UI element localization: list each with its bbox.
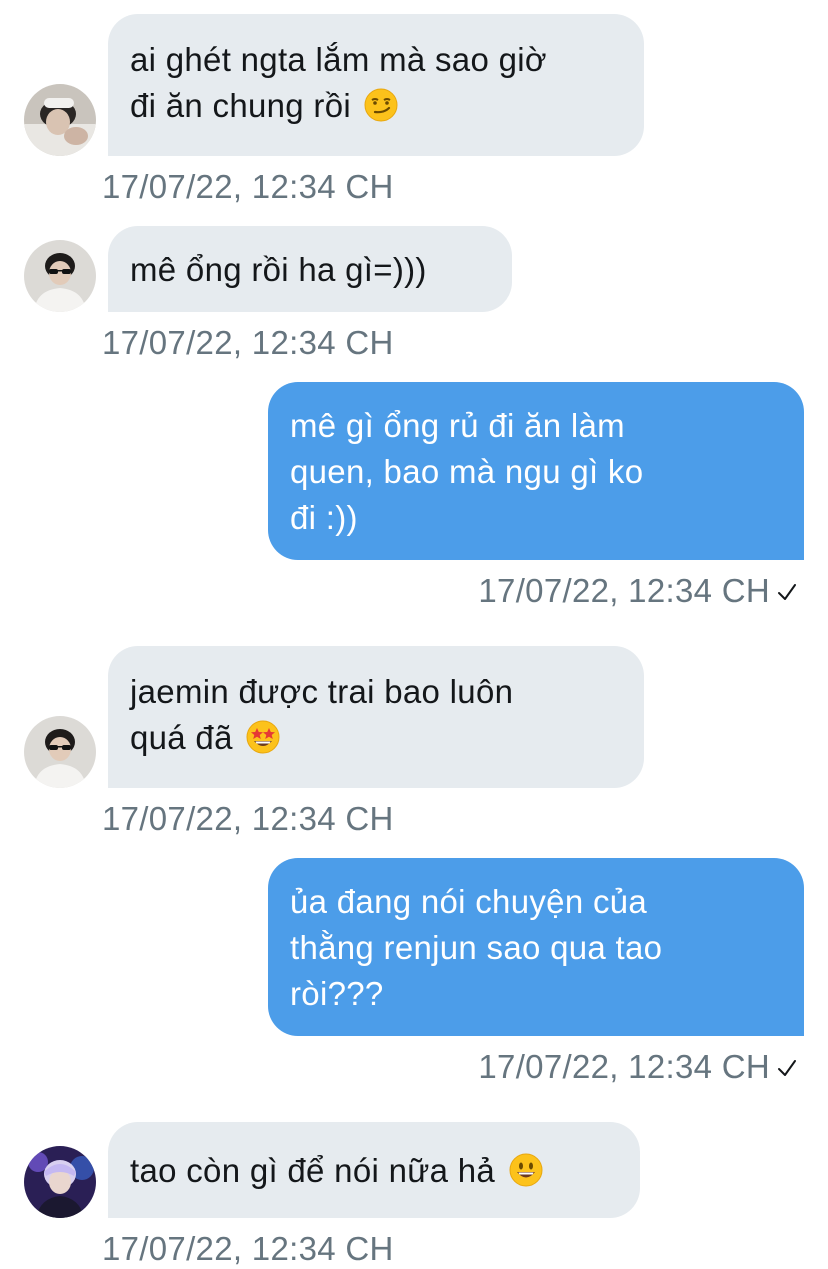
message-bubble-2[interactable]: mê ổng rồi ha gì=))) [108,226,512,312]
message-timestamp: 17/07/22, 12:34 CH [102,324,394,361]
message-timestamp: 17/07/22, 12:34 CH [478,572,770,609]
message-timestamp: 17/07/22, 12:34 CH [102,1230,394,1267]
avatar-3[interactable] [24,1146,96,1218]
sent-check-icon [778,584,796,600]
message-bubble-6[interactable]: tao còn gì để nói nữa hả [108,1122,640,1218]
message-bubble-1[interactable]: ai ghét ngta lắm mà sao giờ đi ăn chung … [108,14,644,156]
message-text-line: jaemin được trai bao luôn [130,673,514,710]
message-timestamp: 17/07/22, 12:34 CH [478,1048,770,1085]
avatar-2[interactable] [24,716,96,788]
star-struck-face-icon [246,720,280,754]
message-timestamp: 17/07/22, 12:34 CH [102,168,394,205]
message-text-line: ủa đang nói chuyện của [290,883,648,920]
message-timestamp: 17/07/22, 12:34 CH [102,800,394,837]
message-text-line: mê gì ổng rủ đi ăn làm [290,407,625,444]
message-text-line: đi ăn chung rồi [130,87,351,124]
message-text-line: quá đã [130,719,233,756]
avatar-1[interactable] [24,84,96,156]
avatar-2[interactable] [24,240,96,312]
message-bubble-5[interactable]: ủa đang nói chuyện của thằng renjun sao … [268,858,804,1036]
grinning-face-icon [509,1153,543,1187]
message-text-line: quen, bao mà ngu gì ko [290,453,644,490]
message-bubble-3[interactable]: mê gì ổng rủ đi ăn làm quen, bao mà ngu … [268,382,804,560]
message-text-line: ròi??? [290,975,384,1012]
message-text-line: ai ghét ngta lắm mà sao giờ [130,41,547,78]
message-text-line: thằng renjun sao qua tao [290,929,663,966]
message-text-line: mê ổng rồi ha gì=))) [130,251,427,288]
smirking-face-icon [364,88,398,122]
message-bubble-4[interactable]: jaemin được trai bao luôn quá đã [108,646,644,788]
message-text-line: đi :)) [290,499,358,536]
sent-check-icon [778,1060,796,1076]
message-text-line: tao còn gì để nói nữa hả [130,1152,496,1189]
